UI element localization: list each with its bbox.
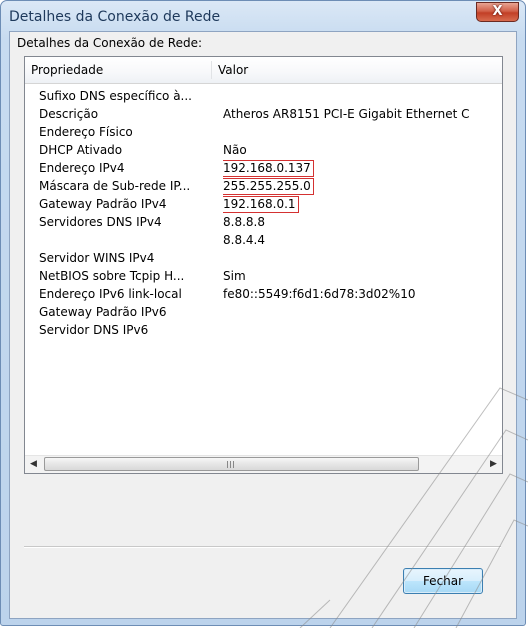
property-cell: Gateway Padrão IPv4	[39, 197, 167, 211]
property-cell: Sufixo DNS específico à...	[39, 89, 192, 103]
value-cell: fe80::5549:f6d1:6d78:3d02%10	[223, 287, 416, 301]
scrollbar-grip-icon	[227, 461, 236, 468]
list-row[interactable]: Máscara de Sub-rede IP... 255.255.255.0	[25, 177, 502, 195]
window-title: Detalhes da Conexão de Rede	[9, 9, 221, 25]
list-row[interactable]: Sufixo DNS específico à...	[25, 87, 502, 105]
value-cell: Não	[223, 143, 247, 157]
list-header: Propriedade Valor	[25, 57, 502, 84]
property-cell: Servidores DNS IPv4	[39, 215, 162, 229]
scroll-left-arrow-icon[interactable]: ◀	[25, 456, 42, 473]
column-header-value[interactable]: Valor	[218, 57, 248, 83]
list-row[interactable]: Endereço IPv4 192.168.0.137	[25, 159, 502, 177]
list-row[interactable]: Endereço IPv6 link-local fe80::5549:f6d1:…	[25, 285, 502, 303]
value-cell	[223, 249, 501, 267]
list-row[interactable]: DHCP Ativado Não	[25, 141, 502, 159]
list-row[interactable]: Servidores DNS IPv4 8.8.8.8	[25, 213, 502, 231]
value-cell	[223, 87, 501, 105]
footer-divider	[24, 546, 501, 548]
value-cell: Sim	[223, 269, 246, 283]
list-row[interactable]: Gateway Padrão IPv6	[25, 303, 502, 321]
property-cell: Endereço IPv6 link-local	[39, 287, 182, 301]
list-row[interactable]: Descrição Atheros AR8151 PCI-E Gigabit Et…	[25, 105, 502, 123]
property-cell: Servidor WINS IPv4	[39, 251, 155, 265]
highlighted-value: 192.168.0.1	[223, 196, 299, 213]
property-cell: NetBIOS sobre Tcpip H...	[39, 269, 185, 283]
value-cell: Atheros AR8151 PCI-E Gigabit Ethernet C	[223, 107, 470, 121]
list-rows: Sufixo DNS específico à... Descrição Ather…	[25, 87, 502, 339]
value-cell: 8.8.8.8	[223, 215, 265, 229]
value-cell: 8.8.4.4	[223, 233, 265, 247]
property-cell: Endereço IPv4	[39, 161, 125, 175]
list-row[interactable]: Servidor DNS IPv6	[25, 321, 502, 339]
highlighted-value: 192.168.0.137	[223, 160, 314, 177]
property-cell: Endereço Físico	[39, 125, 133, 139]
list-row[interactable]: Servidor WINS IPv4	[25, 249, 502, 267]
list-row[interactable]: NetBIOS sobre Tcpip H... Sim	[25, 267, 502, 285]
value-cell	[223, 123, 501, 141]
value-cell: 192.168.0.1	[223, 195, 501, 213]
close-button[interactable]: Fechar	[403, 568, 483, 594]
property-cell: Servidor DNS IPv6	[39, 323, 149, 337]
value-cell	[223, 321, 501, 339]
close-icon: X	[492, 4, 503, 19]
highlighted-value: 255.255.255.0	[223, 178, 314, 195]
scrollbar-thumb[interactable]	[44, 457, 419, 471]
value-cell: 255.255.255.0	[223, 177, 501, 195]
property-cell: DHCP Ativado	[39, 143, 123, 157]
property-cell	[39, 231, 224, 249]
section-label: Detalhes da Conexão de Rede:	[17, 36, 203, 50]
dialog-window: Detalhes da Conexão de Rede X Detalhes d…	[0, 0, 526, 626]
column-header-property[interactable]: Propriedade	[31, 57, 211, 83]
scroll-right-arrow-icon[interactable]: ▶	[485, 456, 502, 473]
title-bar[interactable]: Detalhes da Conexão de Rede X	[1, 1, 525, 31]
horizontal-scrollbar[interactable]: ◀ ▶	[25, 455, 502, 473]
value-cell: 192.168.0.137	[223, 159, 501, 177]
list-row[interactable]: Endereço Físico	[25, 123, 502, 141]
property-cell: Descrição	[39, 107, 99, 121]
list-row[interactable]: Gateway Padrão IPv4 192.168.0.1	[25, 195, 502, 213]
property-cell: Gateway Padrão IPv6	[39, 305, 167, 319]
close-window-button[interactable]: X	[476, 2, 519, 22]
value-cell	[223, 303, 501, 321]
column-separator[interactable]	[211, 61, 212, 79]
details-list[interactable]: Propriedade Valor Sufixo DNS específico …	[24, 56, 503, 474]
list-row[interactable]: 8.8.4.4	[25, 231, 502, 249]
property-cell: Máscara de Sub-rede IP...	[39, 179, 191, 193]
